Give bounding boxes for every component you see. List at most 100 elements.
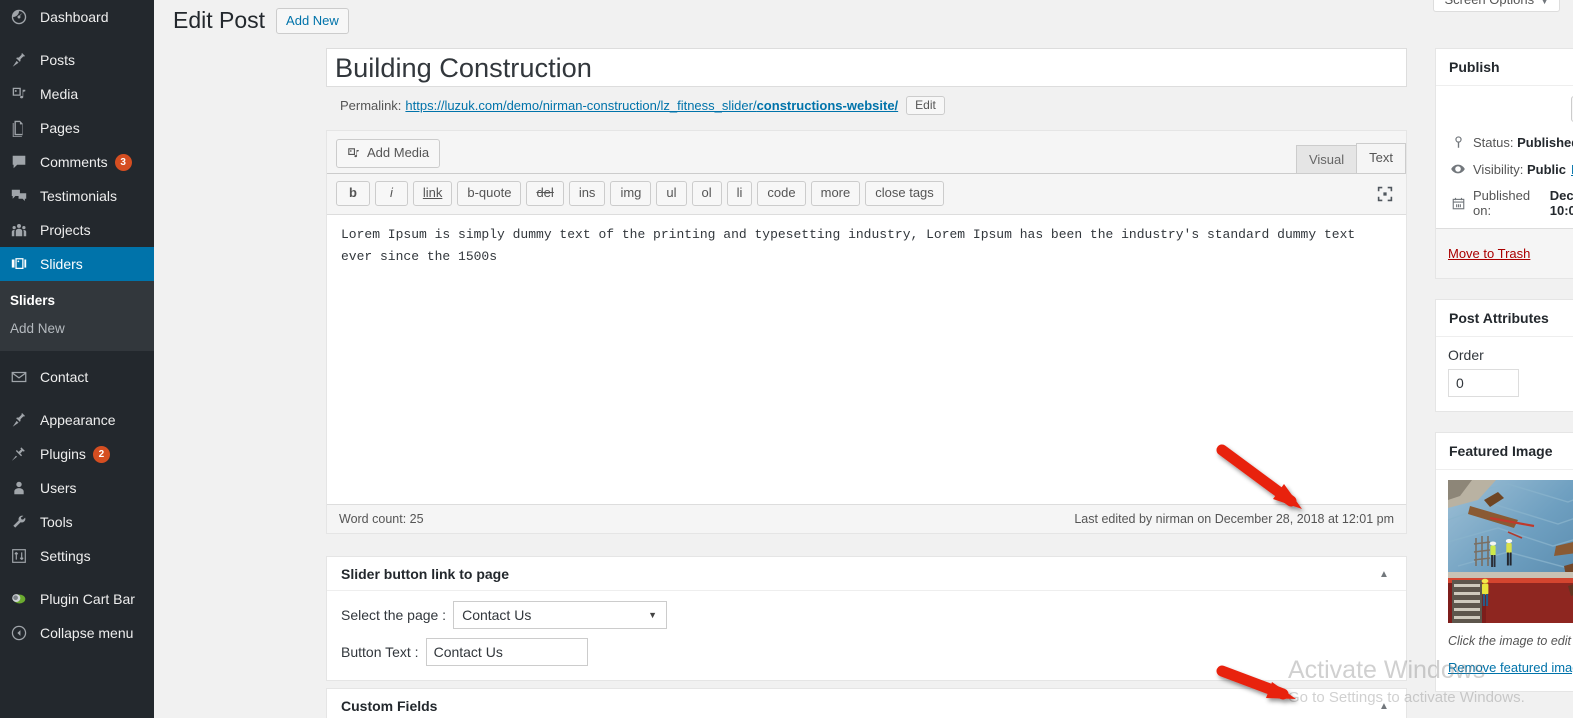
sidebar-item-plugins[interactable]: Plugins 2 [0, 437, 154, 471]
custom-fields-header: Custom Fields ▲ [327, 689, 1406, 718]
permalink-edit-button[interactable]: Edit [906, 96, 945, 115]
sidebar-item-label: Posts [40, 52, 76, 68]
publish-actions: Move to Trash Update [1436, 228, 1573, 278]
qt-li-button[interactable]: li [726, 181, 753, 206]
permalink-link[interactable]: https://luzuk.com/demo/nirman-constructi… [405, 98, 898, 113]
post-editor: Add Media Visual Text b i link b-quote d… [326, 130, 1407, 534]
qt-close-tags-button[interactable]: close tags [865, 181, 944, 206]
sidebar-item-tools[interactable]: Tools [0, 505, 154, 539]
permalink-base: https://luzuk.com/demo/nirman-constructi… [405, 98, 757, 113]
sidebar-divider [0, 34, 154, 43]
submenu-item-add-new[interactable]: Add New [0, 315, 154, 343]
add-new-button[interactable]: Add New [276, 7, 349, 34]
sidebar-item-settings[interactable]: Settings [0, 539, 154, 573]
select-page-label: Select the page : [341, 607, 447, 623]
sidebar-metaboxes-column: Publish ▲ Preview Changes Status: Publis… [1435, 48, 1573, 712]
sidebar-item-contact[interactable]: Contact [0, 360, 154, 394]
editor-textarea[interactable]: Lorem Ipsum is simply dummy text of the … [327, 215, 1406, 491]
post-attributes-header: Post Attributes ▲ [1436, 300, 1573, 337]
editor-media-row: Add Media Visual Text [327, 131, 1406, 174]
featured-image-thumbnail[interactable] [1448, 480, 1573, 623]
media-icon [346, 146, 361, 161]
sliders-submenu: Sliders Add New [0, 281, 154, 351]
qt-italic-button[interactable]: i [374, 181, 408, 206]
tab-text[interactable]: Text [1356, 143, 1406, 174]
sidebar-item-collapse-menu[interactable]: Collapse menu [0, 616, 154, 650]
sidebar-item-appearance[interactable]: Appearance [0, 403, 154, 437]
featured-image-box: Featured Image ▲ [1435, 432, 1573, 692]
screen-options-label: Screen Options [1444, 0, 1534, 7]
sidebar-item-posts[interactable]: Posts [0, 43, 154, 77]
qt-ins-button[interactable]: ins [568, 181, 606, 206]
sidebar-item-pages[interactable]: Pages [0, 111, 154, 145]
editor-footer: Word count: 25 Last edited by nirman on … [327, 504, 1406, 533]
sidebar-item-label: Dashboard [40, 9, 109, 25]
eye-icon [1448, 161, 1468, 177]
users-icon [10, 478, 32, 498]
pin-icon [10, 50, 32, 70]
plugins-count-badge: 2 [92, 445, 110, 463]
qt-more-button[interactable]: more [810, 181, 861, 206]
sidebar-item-media[interactable]: Media [0, 77, 154, 111]
order-label: Order [1448, 347, 1484, 363]
sidebar-item-sliders[interactable]: Sliders [0, 247, 154, 281]
sliders-icon [10, 254, 32, 274]
sidebar-item-projects[interactable]: Projects [0, 213, 154, 247]
select-page-row: Select the page : Contact Us ▼ [341, 601, 1392, 629]
qt-bold-button[interactable]: b [336, 181, 370, 206]
qt-code-button[interactable]: code [757, 181, 806, 206]
qt-bquote-button[interactable]: b-quote [457, 181, 522, 206]
panel-collapse-toggle[interactable]: ▲ [1370, 689, 1398, 718]
main-content-area: Screen Options ▼ Edit Post Add New Permal… [154, 0, 1573, 718]
post-title-input[interactable] [326, 48, 1407, 87]
add-media-button[interactable]: Add Media [336, 139, 441, 168]
sidebar-item-label: Contact [40, 369, 89, 385]
last-edited: Last edited by nirman on December 28, 20… [1074, 512, 1394, 526]
editor-mode-tabs: Visual Text [1295, 143, 1406, 174]
select-page-dropdown[interactable]: Contact Us ▼ [453, 601, 668, 629]
submenu-item-sliders[interactable]: Sliders [0, 287, 154, 315]
tab-visual[interactable]: Visual [1295, 145, 1358, 174]
panel-collapse-toggle[interactable]: ▲ [1370, 557, 1398, 591]
sidebar-item-comments[interactable]: Comments 3 [0, 145, 154, 179]
appearance-icon [10, 410, 32, 430]
qt-link-button[interactable]: link [412, 181, 453, 206]
publish-box-title: Publish [1449, 59, 1500, 75]
qt-del-button[interactable]: del [526, 181, 564, 206]
move-to-trash-link[interactable]: Move to Trash [1448, 246, 1530, 261]
order-input[interactable] [1448, 369, 1519, 397]
admin-sidebar: Dashboard Posts Media Pages Comments 3 T… [0, 0, 154, 718]
settings-icon [10, 546, 32, 566]
status-value: Published [1517, 135, 1573, 150]
collapse-icon [10, 623, 32, 643]
sidebar-item-testimonials[interactable]: Testimonials [0, 179, 154, 213]
screen-options-toggle[interactable]: Screen Options ▼ [1433, 0, 1560, 12]
post-attributes-body: Order [1436, 337, 1573, 411]
comment-icon [10, 152, 32, 172]
custom-fields-title: Custom Fields [341, 697, 438, 714]
editor-content: Lorem Ipsum is simply dummy text of the … [341, 227, 1363, 264]
published-label: Published on: [1473, 188, 1531, 218]
sidebar-item-label: Pages [40, 120, 80, 136]
button-text-input[interactable] [425, 638, 588, 666]
post-attributes-title: Post Attributes [1449, 310, 1549, 326]
word-count: Word count: 25 [339, 512, 424, 526]
sidebar-item-label: Appearance [40, 412, 116, 428]
qt-ul-button[interactable]: ul [656, 181, 687, 206]
status-label: Status: [1473, 135, 1514, 150]
distraction-free-icon[interactable] [1376, 185, 1394, 203]
qt-img-button[interactable]: img [610, 181, 652, 206]
featured-image-graphic [1448, 480, 1573, 623]
qt-ol-button[interactable]: ol [691, 181, 722, 206]
sidebar-divider [0, 394, 154, 403]
remove-featured-image-link[interactable]: Remove featured image [1448, 660, 1573, 675]
sidebar-item-plugin-cart-bar[interactable]: Plugin Cart Bar [0, 582, 154, 616]
sidebar-item-users[interactable]: Users [0, 471, 154, 505]
permalink-row: Permalink: https://luzuk.com/demo/nirman… [340, 96, 945, 115]
sidebar-item-label: Plugin Cart Bar [40, 591, 135, 607]
button-text-label: Button Text : [341, 644, 419, 660]
sidebar-item-dashboard[interactable]: Dashboard [0, 0, 154, 34]
cart-bar-icon [10, 589, 32, 609]
slider-panel-title: Slider button link to page [341, 565, 509, 582]
publish-box-body: Preview Changes Status: PublishedEdit Vi… [1436, 86, 1573, 228]
